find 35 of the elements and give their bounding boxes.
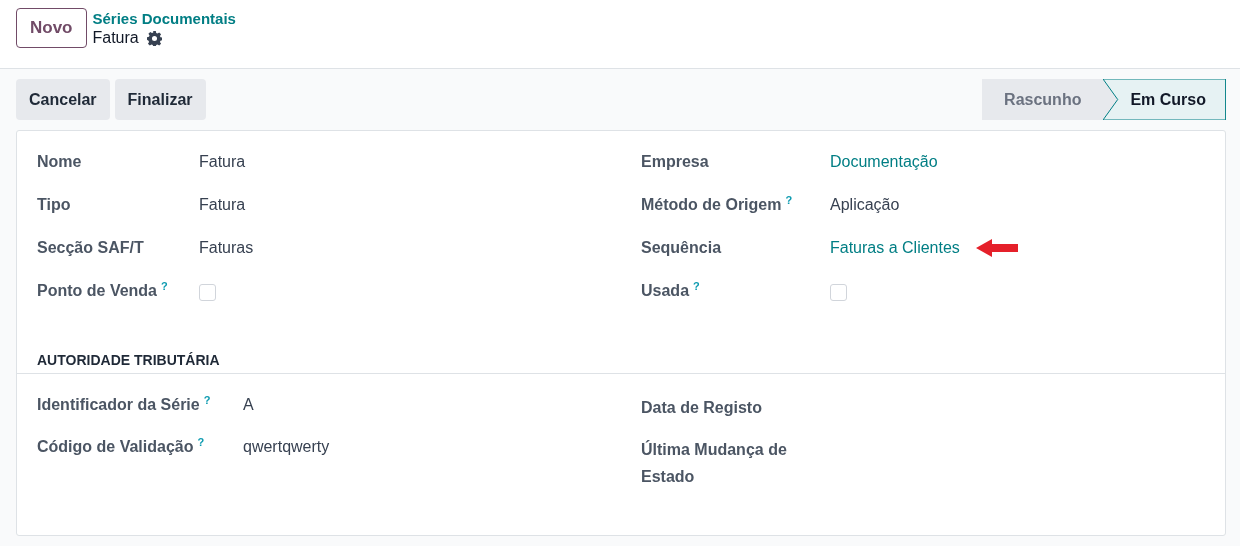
record-title: Fatura — [92, 28, 139, 48]
action-button[interactable]: Finalizar — [114, 79, 206, 120]
field-value: qwertqwerty — [243, 437, 330, 457]
checkbox[interactable] — [199, 284, 216, 301]
section-title: AUTORIDADE TRIBUTÁRIA — [37, 351, 221, 369]
help-tooltip[interactable]: ? — [161, 280, 168, 292]
field-link[interactable]: Documentação — [830, 151, 938, 173]
help-tooltip[interactable]: ? — [197, 436, 205, 448]
breadcrumb-link[interactable]: Séries Documentais — [92, 10, 236, 28]
checkbox[interactable] — [830, 284, 847, 301]
field-label: Nome — [37, 152, 82, 172]
settings-icon[interactable] — [146, 30, 162, 46]
field-label: Código de Validação — [37, 437, 194, 457]
field-value: Aplicação — [830, 195, 900, 215]
field-value: A — [243, 395, 254, 415]
field-label: Identificador da Série — [37, 395, 200, 415]
field-value: Faturas — [199, 238, 254, 258]
field-label: Data de Registo — [641, 398, 763, 418]
help-tooltip[interactable]: ? — [693, 280, 700, 292]
field-label: Ponto de Venda — [37, 281, 157, 301]
action-button[interactable]: Cancelar — [16, 79, 110, 120]
field-label: Usada — [641, 281, 690, 301]
help-tooltip[interactable]: ? — [785, 194, 793, 206]
field-label: Última Mudança de Estado — [641, 439, 788, 487]
field-label: Método de Origem — [641, 195, 782, 215]
field-label: Tipo — [37, 195, 71, 215]
field-value: Fatura — [199, 195, 246, 215]
new-button[interactable]: Novo — [16, 8, 87, 48]
status-stage[interactable]: Em Curso — [1103, 79, 1226, 120]
field-label: Secção SAF/T — [37, 238, 144, 258]
field-label: Sequência — [641, 238, 722, 258]
field-label: Empresa — [641, 152, 709, 172]
field-link[interactable]: Faturas a Clientes — [830, 237, 960, 259]
help-tooltip[interactable]: ? — [203, 394, 211, 406]
field-value: Fatura — [199, 152, 246, 172]
